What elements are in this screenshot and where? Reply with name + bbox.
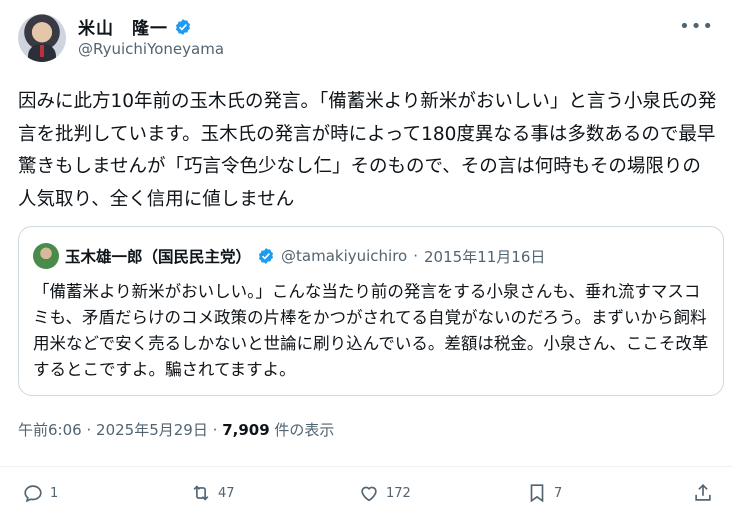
more-icon[interactable]: ••• bbox=[679, 16, 714, 37]
post-time[interactable]: 午前6:06 bbox=[18, 421, 82, 439]
quoted-author-name: 玉木雄一郎（国民民主党） bbox=[65, 248, 252, 266]
author-handle[interactable]: @RyuichiYoneyama bbox=[78, 40, 224, 58]
author-name-row: 米山 隆一 bbox=[78, 14, 192, 39]
post-meta: 午前6:06 · 2025年5月29日 · 7,909 件の表示 bbox=[18, 419, 334, 440]
view-count: 7,909 bbox=[222, 421, 270, 439]
reply-count: 1 bbox=[50, 485, 59, 501]
action-bar: 1 47 172 7 bbox=[18, 482, 718, 512]
quoted-separator: · bbox=[413, 247, 419, 265]
view-label: 件の表示 bbox=[274, 421, 335, 439]
share-button[interactable] bbox=[692, 482, 714, 504]
author-avatar[interactable] bbox=[18, 14, 66, 62]
quoted-avatar bbox=[33, 243, 59, 269]
repost-count: 47 bbox=[218, 485, 235, 501]
bookmark-button[interactable]: 7 bbox=[526, 482, 562, 504]
reply-icon bbox=[24, 485, 42, 503]
like-button[interactable]: 172 bbox=[358, 482, 411, 504]
quoted-post[interactable]: 玉木雄一郎（国民民主党） @tamakiyuichiro · 2015年11月1… bbox=[18, 226, 724, 396]
verified-badge-icon bbox=[258, 248, 274, 264]
quoted-header: 玉木雄一郎（国民民主党） @tamakiyuichiro · 2015年11月1… bbox=[33, 243, 545, 269]
quoted-date: 2015年11月16日 bbox=[424, 247, 546, 266]
repost-icon bbox=[193, 485, 209, 501]
quoted-author-handle: @tamakiyuichiro bbox=[281, 247, 408, 265]
reply-button[interactable]: 1 bbox=[22, 482, 58, 504]
bookmark-count: 7 bbox=[554, 485, 563, 501]
meta-separator: · bbox=[212, 421, 218, 439]
verified-badge-icon bbox=[175, 18, 191, 35]
bookmark-icon bbox=[530, 484, 544, 503]
repost-button[interactable]: 47 bbox=[190, 482, 235, 504]
post-header: 米山 隆一 @RyuichiYoneyama ••• bbox=[18, 12, 718, 68]
post-date[interactable]: 2025年5月29日 bbox=[96, 421, 208, 439]
meta-separator: · bbox=[86, 421, 92, 439]
heart-icon bbox=[361, 486, 377, 502]
quoted-text: 「備蓄米より新米がおいしい。」こんな当たり前の発言をする小泉さんも、垂れ流すマス… bbox=[33, 282, 709, 379]
like-count: 172 bbox=[386, 485, 411, 501]
post-text: 因みに此方10年前の玉木氏の発言。「備蓄米より新米がおいしい」と言う小泉氏の発言… bbox=[18, 91, 717, 210]
divider bbox=[0, 466, 733, 467]
author-name[interactable]: 米山 隆一 bbox=[78, 14, 168, 39]
share-icon bbox=[695, 484, 711, 501]
